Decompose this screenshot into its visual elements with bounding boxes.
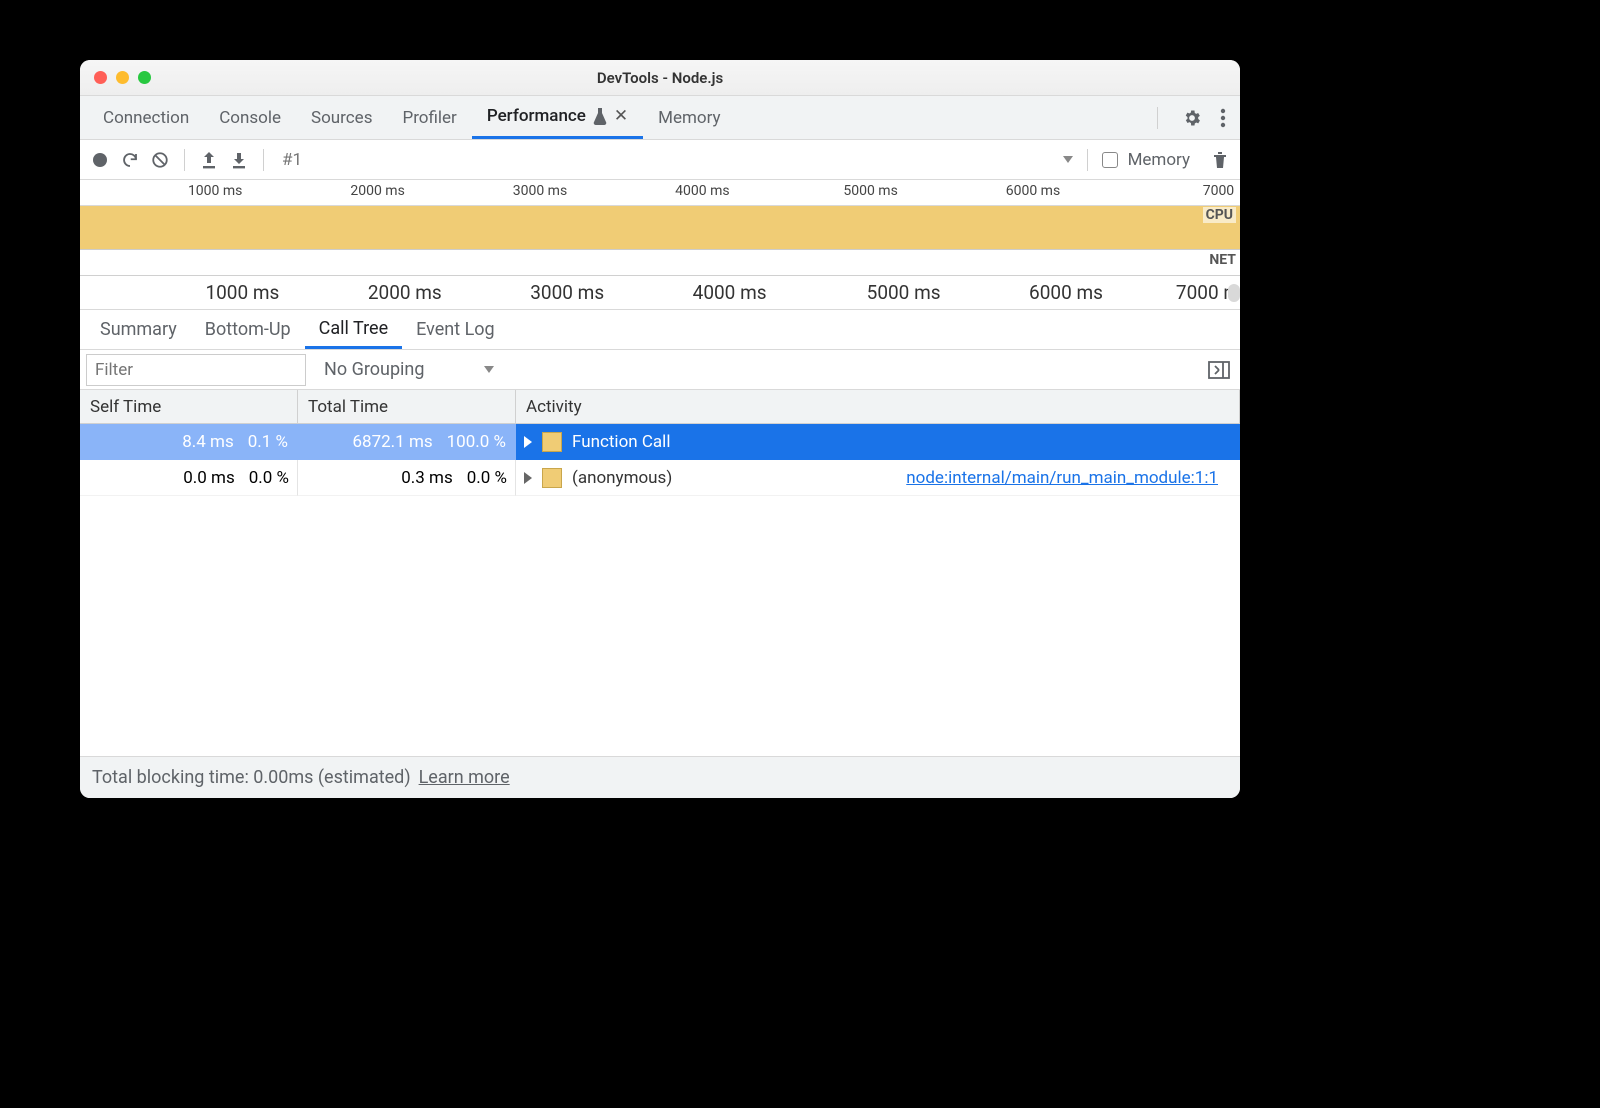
recording-selector[interactable]: #1: [278, 150, 1073, 170]
expand-caret-icon[interactable]: [524, 436, 532, 448]
col-self-time[interactable]: Self Time: [80, 390, 298, 423]
window-controls: [94, 71, 151, 84]
overview-ruler[interactable]: 1000 ms 2000 ms 3000 ms 4000 ms 5000 ms …: [80, 180, 1240, 206]
call-tree-body: 8.4 ms0.1 % 6872.1 ms100.0 % Function Ca…: [80, 424, 1240, 756]
memory-checkbox[interactable]: [1102, 152, 1118, 168]
col-activity[interactable]: Activity: [516, 390, 1240, 423]
more-icon[interactable]: [1220, 108, 1226, 128]
filter-input[interactable]: [86, 354, 306, 386]
category-swatch-icon: [542, 432, 562, 452]
col-total-time[interactable]: Total Time: [298, 390, 516, 423]
main-tab-bar: Connection Console Sources Profiler Perf…: [80, 96, 1240, 140]
expand-caret-icon[interactable]: [524, 472, 532, 484]
tab-connection[interactable]: Connection: [88, 96, 204, 139]
tab-sources[interactable]: Sources: [296, 96, 387, 139]
clear-icon[interactable]: [150, 150, 170, 170]
detail-ruler[interactable]: 1000 ms 2000 ms 3000 ms 4000 ms 5000 ms …: [80, 276, 1240, 310]
table-header: Self Time Total Time Activity: [80, 390, 1240, 424]
sidebar-toggle-icon[interactable]: [1208, 361, 1240, 379]
subtab-bottom-up[interactable]: Bottom-Up: [191, 310, 305, 349]
cpu-label: CPU: [1203, 207, 1236, 223]
source-link[interactable]: node:internal/main/run_main_module:1:1: [906, 468, 1232, 488]
detail-tabs: Summary Bottom-Up Call Tree Event Log: [80, 310, 1240, 350]
tab-console[interactable]: Console: [204, 96, 296, 139]
filter-row: No Grouping: [80, 350, 1240, 390]
close-window-button[interactable]: [94, 71, 107, 84]
scrollbar-handle[interactable]: [1228, 284, 1240, 302]
activity-name: Function Call: [572, 432, 670, 452]
activity-name: (anonymous): [572, 468, 672, 488]
maximize-window-button[interactable]: [138, 71, 151, 84]
minimize-window-button[interactable]: [116, 71, 129, 84]
memory-checkbox-label: Memory: [1128, 150, 1190, 170]
table-row[interactable]: 0.0 ms0.0 % 0.3 ms0.0 % (anonymous) node…: [80, 460, 1240, 496]
performance-toolbar: #1 Memory: [80, 140, 1240, 180]
settings-icon[interactable]: [1182, 108, 1202, 128]
download-icon[interactable]: [229, 150, 249, 170]
dropdown-caret-icon: [1063, 156, 1073, 163]
grouping-selector[interactable]: No Grouping: [312, 359, 506, 380]
upload-icon[interactable]: [199, 150, 219, 170]
cpu-overview[interactable]: CPU: [80, 206, 1240, 250]
reload-icon[interactable]: [120, 150, 140, 170]
table-row[interactable]: 8.4 ms0.1 % 6872.1 ms100.0 % Function Ca…: [80, 424, 1240, 460]
tab-memory[interactable]: Memory: [643, 96, 735, 139]
net-label: NET: [1209, 252, 1236, 268]
dropdown-caret-icon: [484, 366, 494, 373]
net-overview[interactable]: NET: [80, 250, 1240, 276]
subtab-summary[interactable]: Summary: [86, 310, 191, 349]
category-swatch-icon: [542, 468, 562, 488]
recording-label: #1: [282, 150, 302, 170]
blocking-time-text: Total blocking time: 0.00ms (estimated): [92, 767, 411, 788]
subtab-event-log[interactable]: Event Log: [402, 310, 509, 349]
tab-profiler[interactable]: Profiler: [387, 96, 471, 139]
titlebar: DevTools - Node.js: [80, 60, 1240, 96]
tab-performance[interactable]: Performance ✕: [472, 96, 643, 139]
learn-more-link[interactable]: Learn more: [419, 767, 510, 788]
delete-icon[interactable]: [1210, 150, 1230, 170]
status-bar: Total blocking time: 0.00ms (estimated) …: [80, 756, 1240, 798]
flask-icon: [592, 107, 608, 125]
devtools-window: DevTools - Node.js Connection Console So…: [80, 60, 1240, 798]
record-icon[interactable]: [90, 150, 110, 170]
separator: [1157, 107, 1158, 129]
subtab-call-tree[interactable]: Call Tree: [305, 310, 402, 349]
window-title: DevTools - Node.js: [80, 69, 1240, 87]
close-tab-icon[interactable]: ✕: [614, 106, 628, 126]
